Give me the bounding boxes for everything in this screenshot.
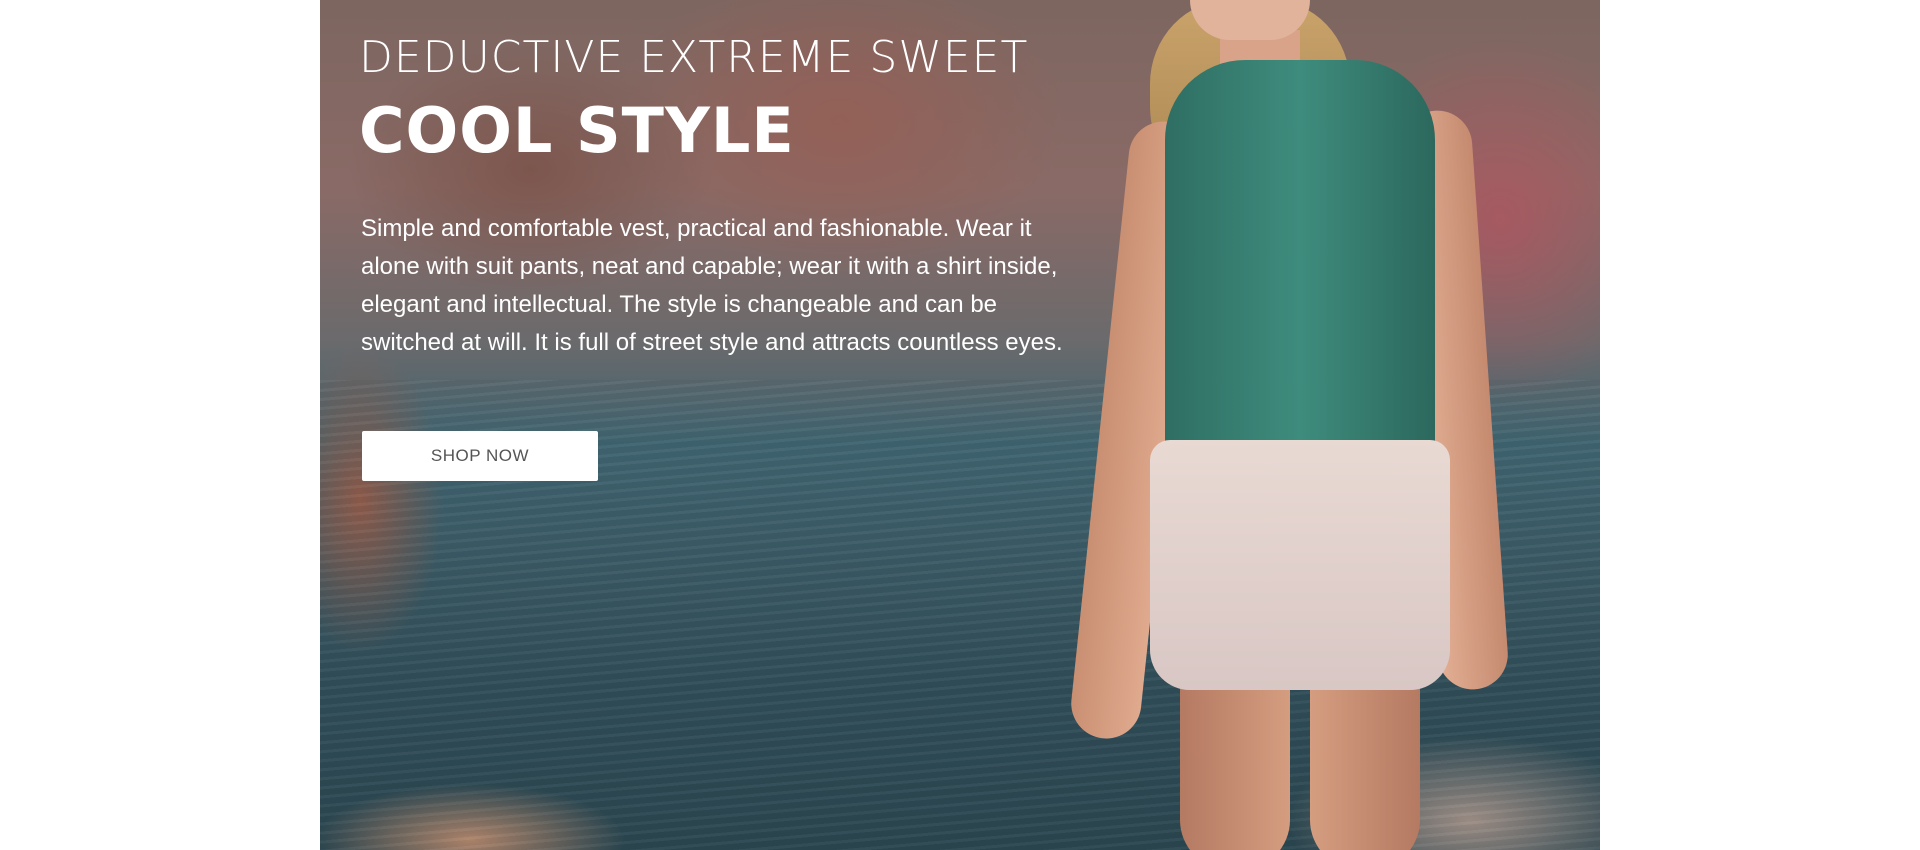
shop-now-button[interactable]: SHOP NOW — [362, 431, 598, 481]
hero-description: Simple and comfortable vest, practical a… — [361, 215, 1063, 356]
page: DEDUCTIVE EXTREME SWEET COOL STYLE Simpl… — [0, 0, 1920, 850]
hero-content: DEDUCTIVE EXTREME SWEET COOL STYLE Simpl… — [359, 30, 1119, 362]
model-tank-top — [1165, 60, 1435, 460]
hero-kicker: DEDUCTIVE EXTREME SWEET — [359, 32, 1029, 83]
hero-model-image — [1060, 0, 1511, 850]
model-denim-shorts — [1150, 440, 1450, 690]
hero-headline: COOL STYLE — [359, 94, 795, 167]
